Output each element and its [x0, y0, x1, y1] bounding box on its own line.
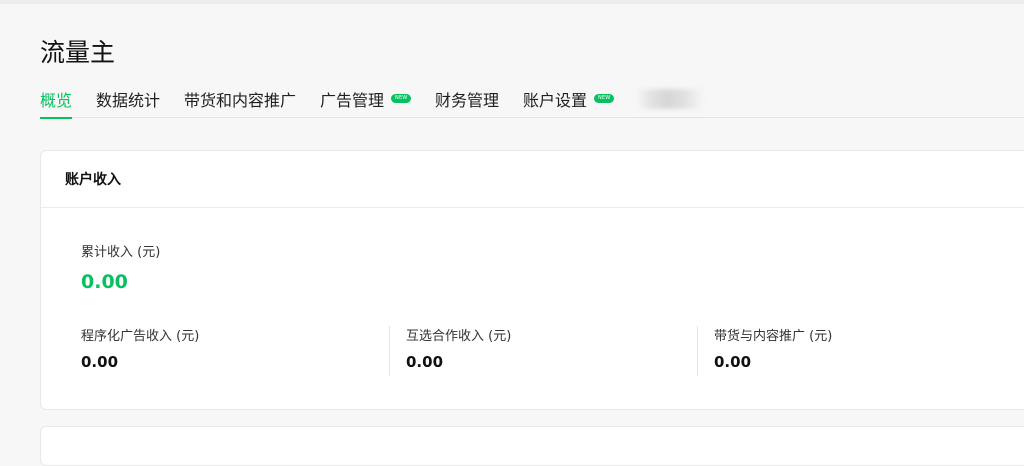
- stat-value: 0.00: [81, 353, 119, 371]
- tab-overview[interactable]: 概览: [40, 88, 73, 119]
- new-badge: NEW: [391, 94, 412, 103]
- divider: [697, 326, 698, 376]
- stat-label: 带货与内容推广 (元): [714, 329, 833, 344]
- mutual-selection-income: 互选合作收入 (元) 0.00: [406, 326, 696, 376]
- tab-finance-management[interactable]: 财务管理: [435, 88, 499, 118]
- tab-bar: 概览 数据统计 带货和内容推广 广告管理 NEW 财务管理 账户设置 NEW: [40, 88, 1024, 119]
- tab-label: 账户设置: [523, 91, 588, 110]
- tab-redacted[interactable]: [636, 89, 704, 109]
- new-badge: NEW: [594, 94, 615, 103]
- tab-label: 概览: [40, 91, 73, 110]
- stat-label: 互选合作收入 (元): [406, 329, 512, 344]
- divider: [389, 326, 390, 376]
- total-income-label: 累计收入 (元): [81, 245, 161, 260]
- card-header: 账户收入: [41, 151, 1024, 208]
- page-title: 流量主: [40, 38, 116, 67]
- tab-account-settings[interactable]: 账户设置 NEW: [523, 88, 615, 118]
- stat-label: 程序化广告收入 (元): [81, 329, 200, 344]
- tab-label: 数据统计: [96, 91, 161, 110]
- tab-ad-management[interactable]: 广告管理 NEW: [320, 88, 412, 118]
- tab-data-statistics[interactable]: 数据统计: [96, 88, 160, 118]
- stat-value: 0.00: [406, 353, 444, 371]
- card-title: 账户收入: [65, 172, 121, 188]
- tab-label: 广告管理: [320, 91, 385, 110]
- next-card: [40, 426, 1024, 466]
- programmatic-ad-income: 程序化广告收入 (元) 0.00: [81, 326, 381, 376]
- account-income-card: 账户收入 累计收入 (元) 0.00 程序化广告收入 (元) 0.00 互选合作…: [40, 150, 1024, 410]
- tab-commerce-promotion[interactable]: 带货和内容推广: [184, 88, 296, 118]
- top-strip: [0, 0, 1024, 4]
- total-income-value: 0.00: [81, 271, 128, 293]
- commerce-promotion-income: 带货与内容推广 (元) 0.00: [714, 326, 1004, 376]
- tab-label: 带货和内容推广: [184, 91, 297, 110]
- tab-label: 财务管理: [435, 91, 500, 110]
- stat-value: 0.00: [714, 353, 752, 371]
